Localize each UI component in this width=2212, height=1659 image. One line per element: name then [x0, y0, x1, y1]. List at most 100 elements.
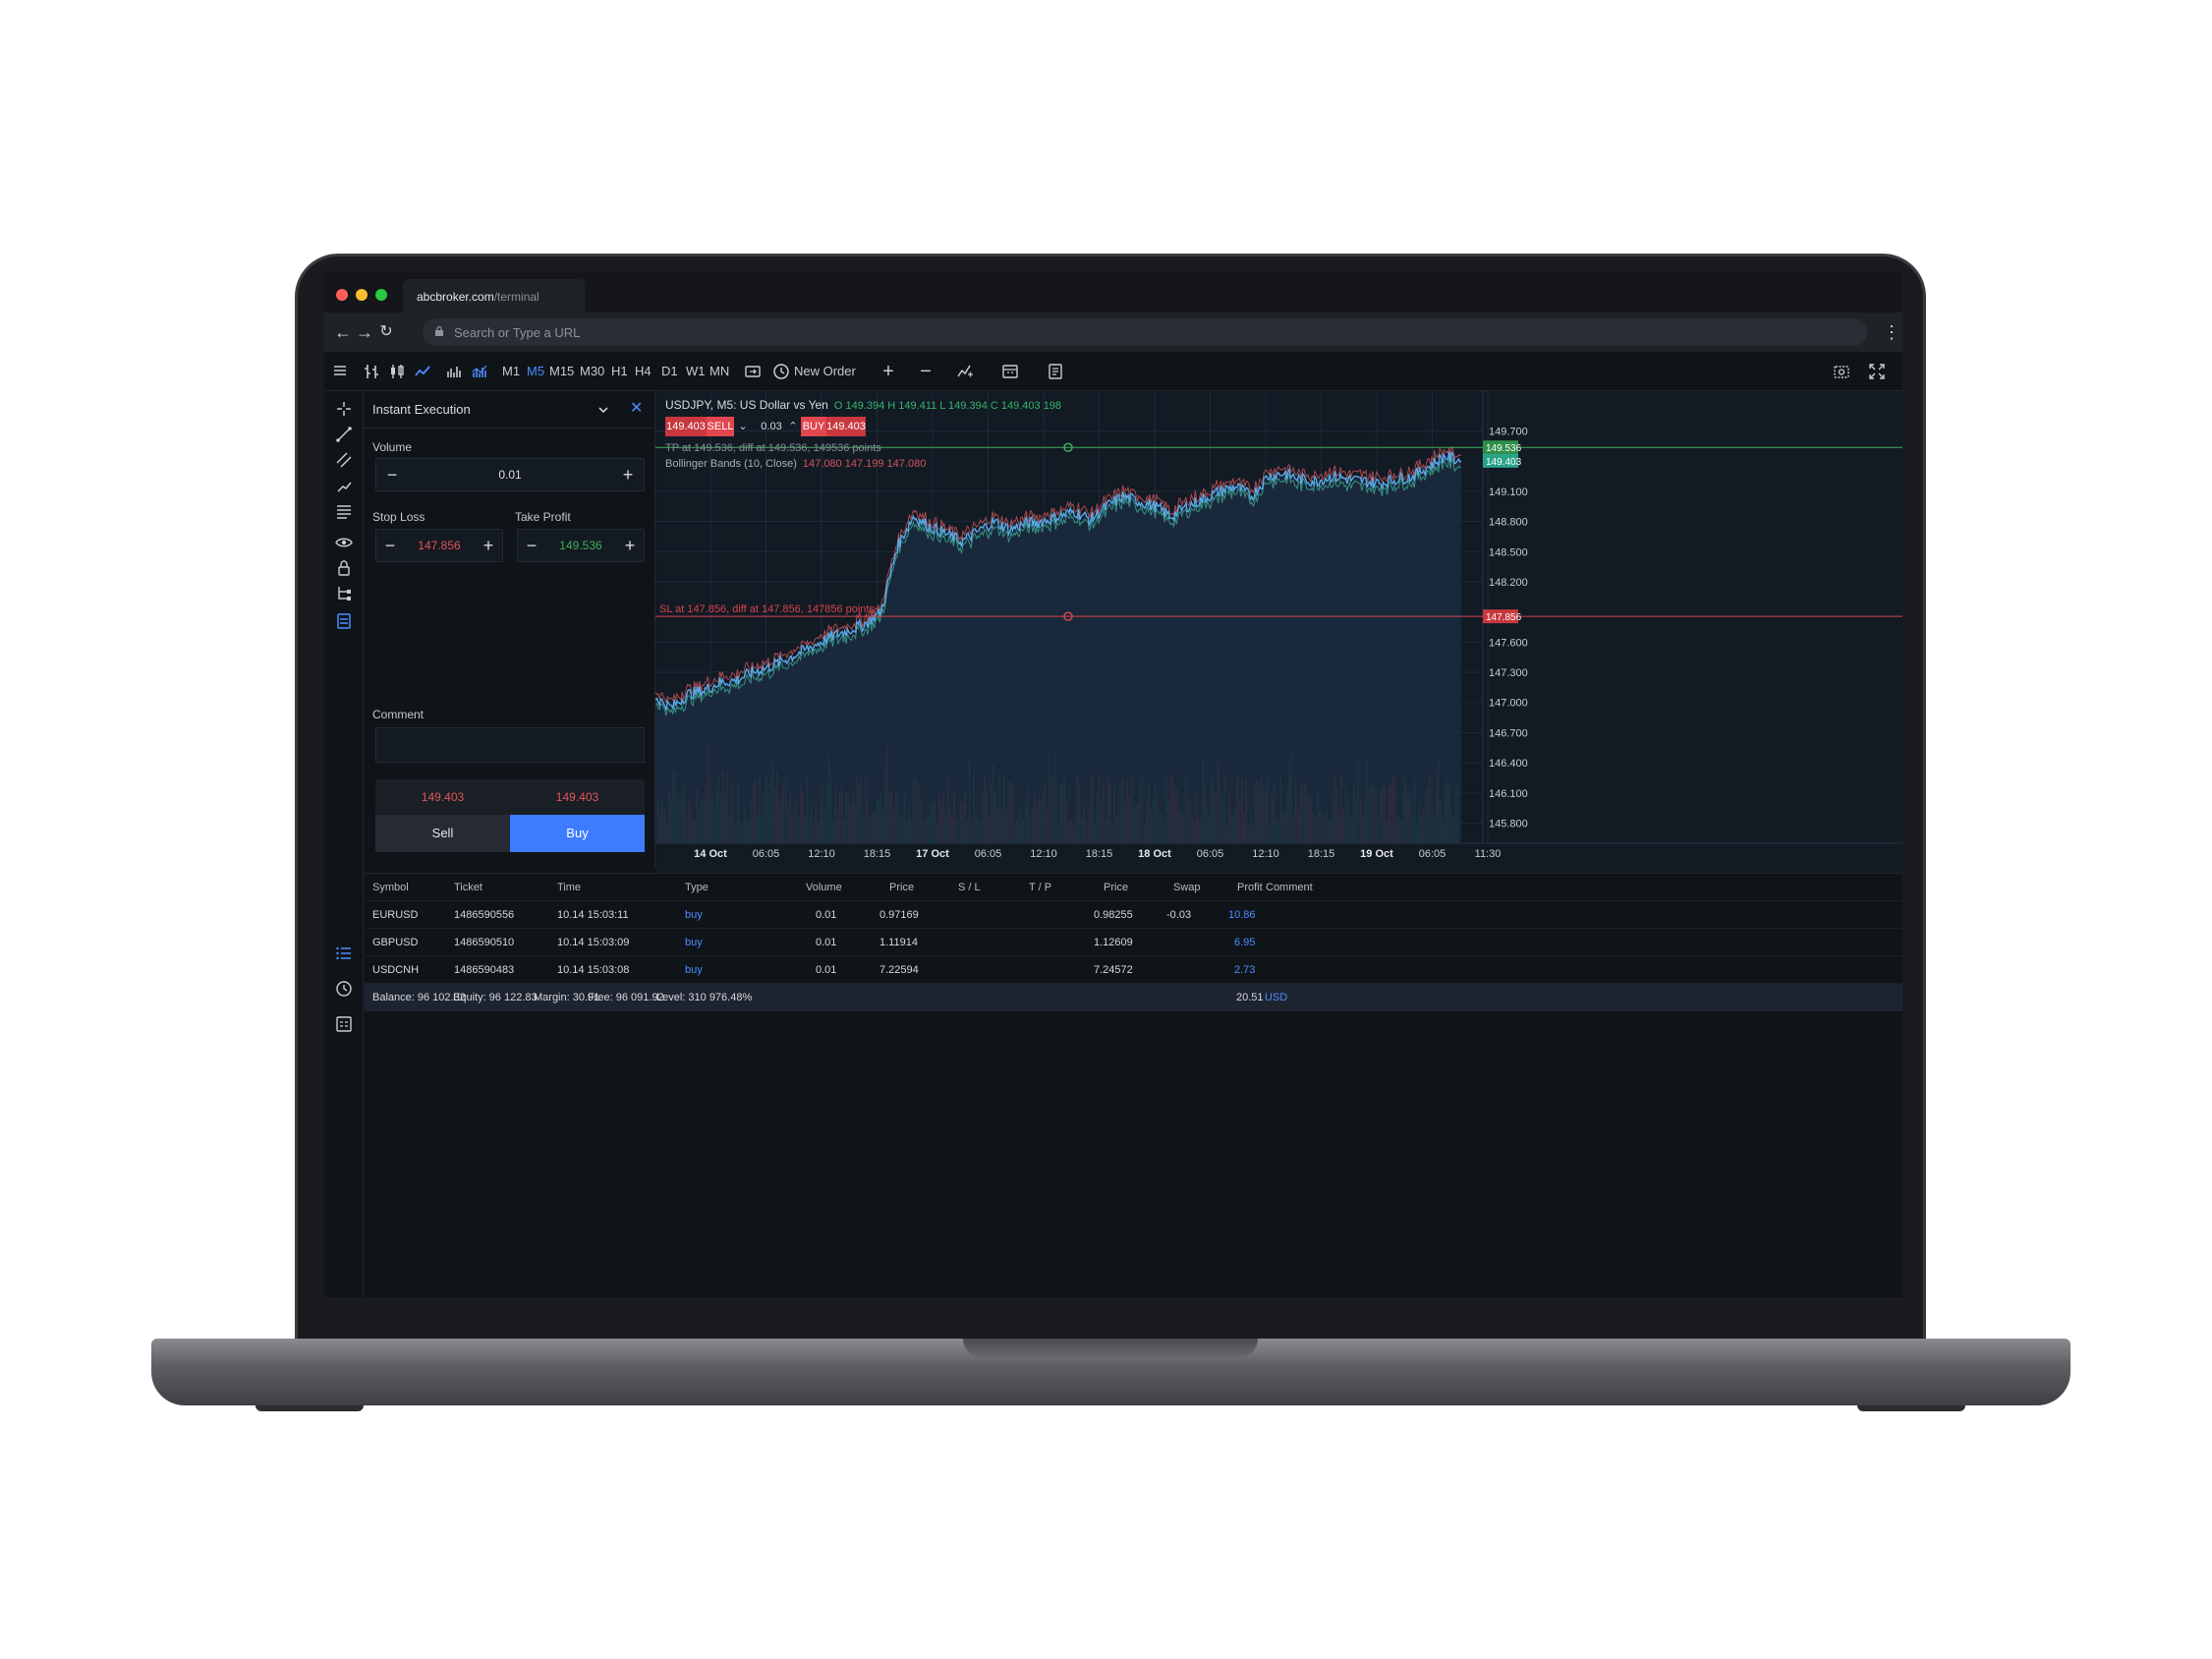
calendar-icon[interactable] [998, 360, 1022, 383]
zoom-in-icon[interactable]: + [877, 360, 900, 383]
strip-lot-down-icon[interactable]: ⌄ [734, 417, 752, 436]
cell-current-price: 7.24572 [1094, 964, 1133, 976]
stop-loss-decrease-button[interactable]: − [380, 536, 400, 555]
buy-button[interactable]: Buy [510, 815, 645, 852]
table-row[interactable]: EURUSD 1486590556 10.14 15:03:11 buy 0.0… [365, 901, 1902, 929]
indicators-icon[interactable] [953, 360, 977, 383]
table-row[interactable]: USDCNH 1486590483 10.14 15:03:08 buy 0.0… [365, 956, 1902, 984]
strip-lot-up-icon[interactable]: ⌃ [787, 417, 799, 436]
templates-icon[interactable] [1044, 360, 1067, 383]
price-chart[interactable]: 149.700 149.100 148.800 148.500 148.200 147.6… [654, 391, 1902, 873]
x-tick-label: 18 Oct [1138, 848, 1171, 860]
y-tick-label: 146.700 [1489, 727, 1528, 739]
x-tick-label: 06:05 [1419, 848, 1446, 860]
new-order-clock-icon[interactable] [771, 360, 791, 383]
execution-mode-select[interactable]: Instant Execution ✕ [365, 391, 655, 429]
header-volume[interactable]: Volume [806, 882, 842, 893]
take-profit-decrease-button[interactable]: − [522, 536, 541, 555]
timeframe-m1[interactable]: M1 [502, 360, 520, 383]
stop-loss-value[interactable]: 147.856 [406, 539, 473, 552]
header-sl[interactable]: S / L [958, 882, 981, 893]
header-profit[interactable]: Profit [1237, 882, 1263, 893]
strip-sell-price[interactable]: 149.403 [665, 417, 707, 436]
trend-line-icon[interactable] [334, 425, 354, 444]
volume-value[interactable]: 0.01 [406, 468, 614, 482]
chart-title: USDJPY, M5: US Dollar vs Yen [665, 398, 828, 412]
volume-decrease-button[interactable]: − [382, 465, 402, 485]
strip-buy-button[interactable]: BUY [801, 417, 826, 436]
journal-icon[interactable] [334, 1014, 354, 1034]
eye-icon[interactable] [334, 533, 354, 552]
timeframe-m30[interactable]: M30 [580, 360, 604, 383]
lock-drawings-icon[interactable] [334, 558, 354, 578]
maximize-window-button[interactable] [375, 289, 387, 301]
quote-row: 149.403 149.403 [375, 779, 645, 815]
header-ticket[interactable]: Ticket [454, 882, 482, 893]
object-tree-icon[interactable] [334, 584, 354, 603]
new-order-button[interactable]: New Order [794, 360, 856, 383]
strip-buy-price[interactable]: 149.403 [826, 417, 866, 436]
ray-icon[interactable] [334, 476, 354, 495]
candlestick-chart-type-icon[interactable] [385, 360, 409, 383]
cell-profit: 2.73 [1234, 964, 1256, 976]
header-time[interactable]: Time [557, 882, 581, 893]
header-type[interactable]: Type [685, 882, 709, 893]
order-panel-icon[interactable] [334, 611, 354, 631]
bar-chart-type-icon[interactable] [360, 360, 383, 383]
header-current-price[interactable]: Price [1104, 882, 1128, 893]
timeframe-h1[interactable]: H1 [611, 360, 628, 383]
volume-bars-icon[interactable] [442, 360, 466, 383]
header-swap[interactable]: Swap [1173, 882, 1201, 893]
header-tp[interactable]: T / P [1029, 882, 1051, 893]
trade-list-icon[interactable] [334, 944, 354, 963]
stop-loss-increase-button[interactable]: + [479, 536, 498, 555]
indicator-legend[interactable]: Bollinger Bands (10, Close) 147.080 147.1… [665, 458, 926, 470]
close-icon[interactable]: ✕ [630, 401, 646, 417]
volume-increase-button[interactable]: + [618, 465, 638, 485]
screenshot-icon[interactable] [1830, 360, 1853, 383]
timeframe-w1[interactable]: W1 [686, 360, 706, 383]
strip-sell-button[interactable]: SELL [707, 417, 734, 436]
take-profit-increase-button[interactable]: + [620, 536, 640, 555]
header-comment[interactable]: Comment [1266, 882, 1313, 893]
close-window-button[interactable] [336, 289, 348, 301]
take-profit-value[interactable]: 149.536 [547, 539, 614, 552]
y-tick-label: 148.800 [1489, 517, 1528, 529]
header-symbol[interactable]: Symbol [372, 882, 409, 893]
timeframe-m5[interactable]: M5 [527, 360, 544, 383]
summary-currency[interactable]: USD [1265, 992, 1287, 1003]
back-icon[interactable]: ← [332, 321, 354, 343]
forward-icon[interactable]: → [354, 321, 375, 343]
timeframe-mn[interactable]: MN [709, 360, 729, 383]
table-row[interactable]: GBPUSD 1486590510 10.14 15:03:09 buy 0.0… [365, 929, 1902, 956]
timeframe-h4[interactable]: H4 [635, 360, 652, 383]
line-chart-type-icon[interactable] [411, 360, 434, 383]
address-bar[interactable]: Search or Type a URL [423, 318, 1867, 346]
comment-input[interactable] [375, 727, 645, 763]
fullscreen-icon[interactable] [1865, 360, 1889, 383]
take-profit-stepper[interactable]: − 149.536 + [517, 529, 645, 562]
cell-current-price: 1.12609 [1094, 937, 1133, 948]
stop-loss-stepper[interactable]: − 147.856 + [375, 529, 503, 562]
header-price[interactable]: Price [889, 882, 914, 893]
channel-icon[interactable] [334, 450, 354, 470]
strip-lot-value[interactable]: 0.03 [752, 417, 791, 436]
browser-tab[interactable]: abcbroker.com/terminal [403, 279, 585, 313]
sell-button[interactable]: Sell [375, 815, 510, 852]
reload-icon[interactable]: ↻ [375, 321, 397, 343]
history-icon[interactable] [334, 979, 354, 999]
menu-icon[interactable] [328, 360, 352, 383]
volume-stepper[interactable]: − 0.01 + [375, 458, 645, 491]
fibonacci-icon[interactable] [334, 501, 354, 521]
browser-menu-icon[interactable]: ⋮ [1883, 321, 1900, 343]
minimize-window-button[interactable] [356, 289, 368, 301]
browser-tab-bar: abcbroker.com/terminal [324, 271, 1902, 313]
cell-symbol: GBPUSD [372, 937, 419, 948]
timeframe-m15[interactable]: M15 [549, 360, 574, 383]
zoom-out-icon[interactable]: − [914, 360, 937, 383]
one-click-trading-icon[interactable] [741, 360, 765, 383]
timeframe-d1[interactable]: D1 [661, 360, 678, 383]
x-tick-label: 06:05 [1197, 848, 1224, 860]
crosshair-icon[interactable] [334, 399, 354, 419]
tick-volume-icon[interactable] [468, 360, 491, 383]
